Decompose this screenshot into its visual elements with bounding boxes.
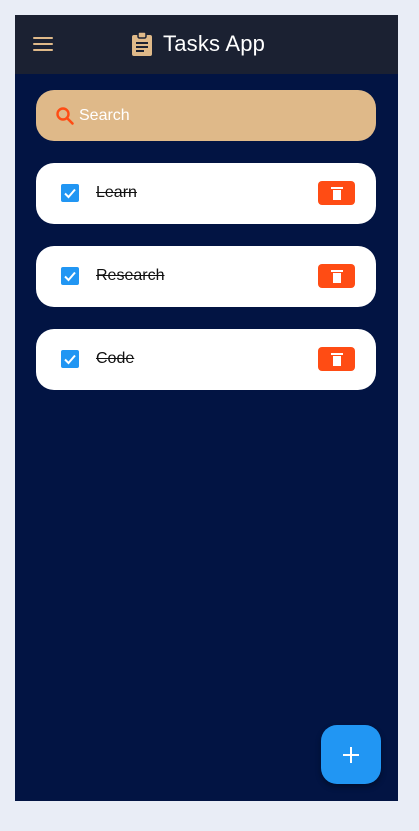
plus-icon — [343, 746, 359, 763]
menu-icon[interactable] — [33, 33, 55, 55]
task-list: Learn Research Code — [36, 163, 376, 412]
app-bar: Tasks App — [15, 15, 398, 74]
delete-task-button[interactable] — [318, 347, 355, 371]
search-input[interactable] — [79, 106, 339, 125]
trash-icon — [330, 270, 343, 283]
task-label: Code — [96, 350, 135, 367]
trash-icon — [330, 353, 343, 366]
task-label: Research — [96, 267, 165, 284]
add-task-button[interactable] — [321, 725, 381, 784]
search-icon — [56, 106, 74, 125]
task-item: Research — [36, 246, 376, 307]
checkbox-checked-icon[interactable] — [61, 267, 79, 285]
search-bar[interactable] — [36, 90, 376, 141]
delete-task-button[interactable] — [318, 264, 355, 288]
checkbox-checked-icon[interactable] — [61, 350, 79, 368]
task-label: Learn — [96, 184, 137, 201]
trash-icon — [330, 187, 343, 200]
delete-task-button[interactable] — [318, 181, 355, 205]
app-title-group: Tasks App — [131, 28, 265, 60]
app-screen: Tasks App Learn — [15, 15, 398, 801]
clipboard-icon — [132, 31, 152, 56]
checkbox-checked-icon[interactable] — [61, 184, 79, 202]
page-title: Tasks App — [163, 31, 266, 56]
task-item: Learn — [36, 163, 376, 224]
task-item: Code — [36, 329, 376, 390]
